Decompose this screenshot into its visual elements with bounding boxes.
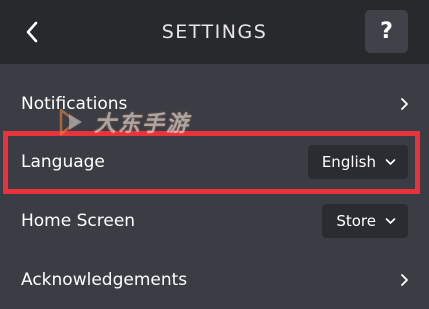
- back-arrow-icon: [26, 21, 38, 43]
- home-screen-dropdown[interactable]: Store: [322, 204, 408, 238]
- row-label: Home Screen: [21, 211, 136, 231]
- chevron-right-icon: [401, 274, 408, 286]
- row-label: Acknowledgements: [21, 270, 188, 290]
- header-bar: SETTINGS ?: [0, 0, 429, 64]
- row-label: Notifications: [21, 94, 128, 114]
- back-button[interactable]: [14, 14, 50, 50]
- language-value: English: [321, 153, 376, 171]
- help-button[interactable]: ?: [365, 10, 408, 53]
- settings-row-language[interactable]: Language English: [0, 133, 429, 191]
- language-dropdown[interactable]: English: [307, 145, 408, 179]
- chevron-down-icon: [385, 218, 396, 224]
- settings-row-notifications[interactable]: Notifications: [0, 75, 429, 133]
- chevron-down-icon: [385, 159, 396, 165]
- settings-row-acknowledgements[interactable]: Acknowledgements: [0, 251, 429, 309]
- chevron-right-icon: [401, 98, 408, 110]
- row-label: Language: [21, 152, 105, 172]
- settings-row-home-screen[interactable]: Home Screen Store: [0, 192, 429, 250]
- home-screen-value: Store: [336, 212, 376, 230]
